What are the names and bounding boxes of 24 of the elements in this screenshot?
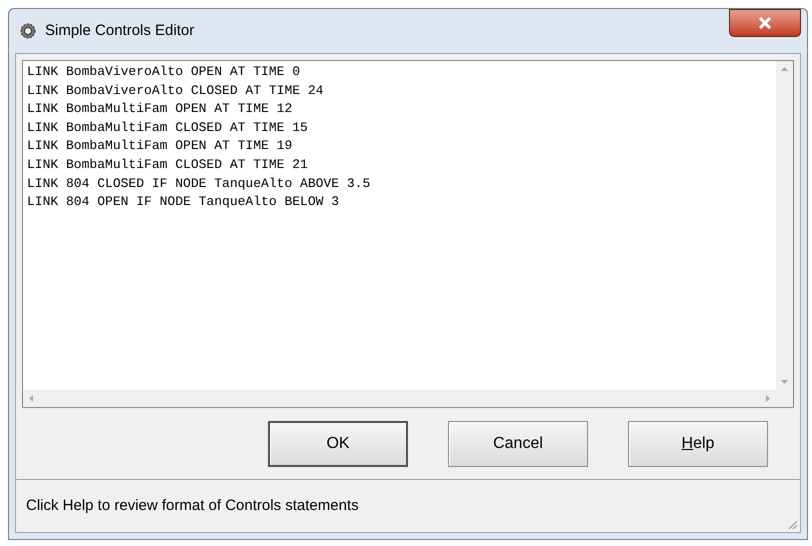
code-line: LINK BombaViveroAlto OPEN AT TIME 0	[27, 63, 300, 81]
left-arrow-icon[interactable]	[29, 395, 33, 402]
resize-grip-icon[interactable]	[786, 518, 798, 530]
code-line: LINK BombaMultiFam CLOSED AT TIME 15	[27, 118, 308, 137]
up-arrow-icon[interactable]	[781, 67, 788, 71]
code-line: LINK 804 CLOSED IF NODE TanqueAlto ABOVE 3.5	[27, 174, 370, 193]
window-title: Simple Controls Editor	[45, 20, 194, 41]
gear-icon	[19, 22, 37, 40]
status-text: Click Help to review format of Controls statements	[26, 496, 359, 516]
vertical-scrollbar[interactable]	[776, 61, 793, 390]
text-editor[interactable]	[22, 60, 794, 408]
code-line: LINK BombaMultiFam OPEN AT TIME 19	[27, 137, 292, 156]
close-icon	[758, 17, 772, 29]
code-line: LINK BombaViveroAlto CLOSED AT TIME 24	[27, 82, 324, 100]
dialog-button[interactable]: Cancel	[448, 420, 588, 466]
code-line: LINK BombaMultiFam CLOSED AT TIME 21	[27, 156, 308, 174]
right-arrow-icon[interactable]	[766, 395, 770, 402]
close-button[interactable]	[729, 9, 801, 37]
down-arrow-icon[interactable]	[781, 380, 788, 384]
code-line: LINK BombaMultiFam OPEN AT TIME 12	[27, 100, 292, 118]
dialog-button[interactable]: Help	[628, 420, 768, 466]
code-line: LINK 804 OPEN IF NODE TanqueAlto BELOW 3	[27, 193, 340, 212]
horizontal-scrollbar[interactable]	[23, 390, 776, 407]
dialog-button[interactable]: OK	[268, 420, 408, 466]
